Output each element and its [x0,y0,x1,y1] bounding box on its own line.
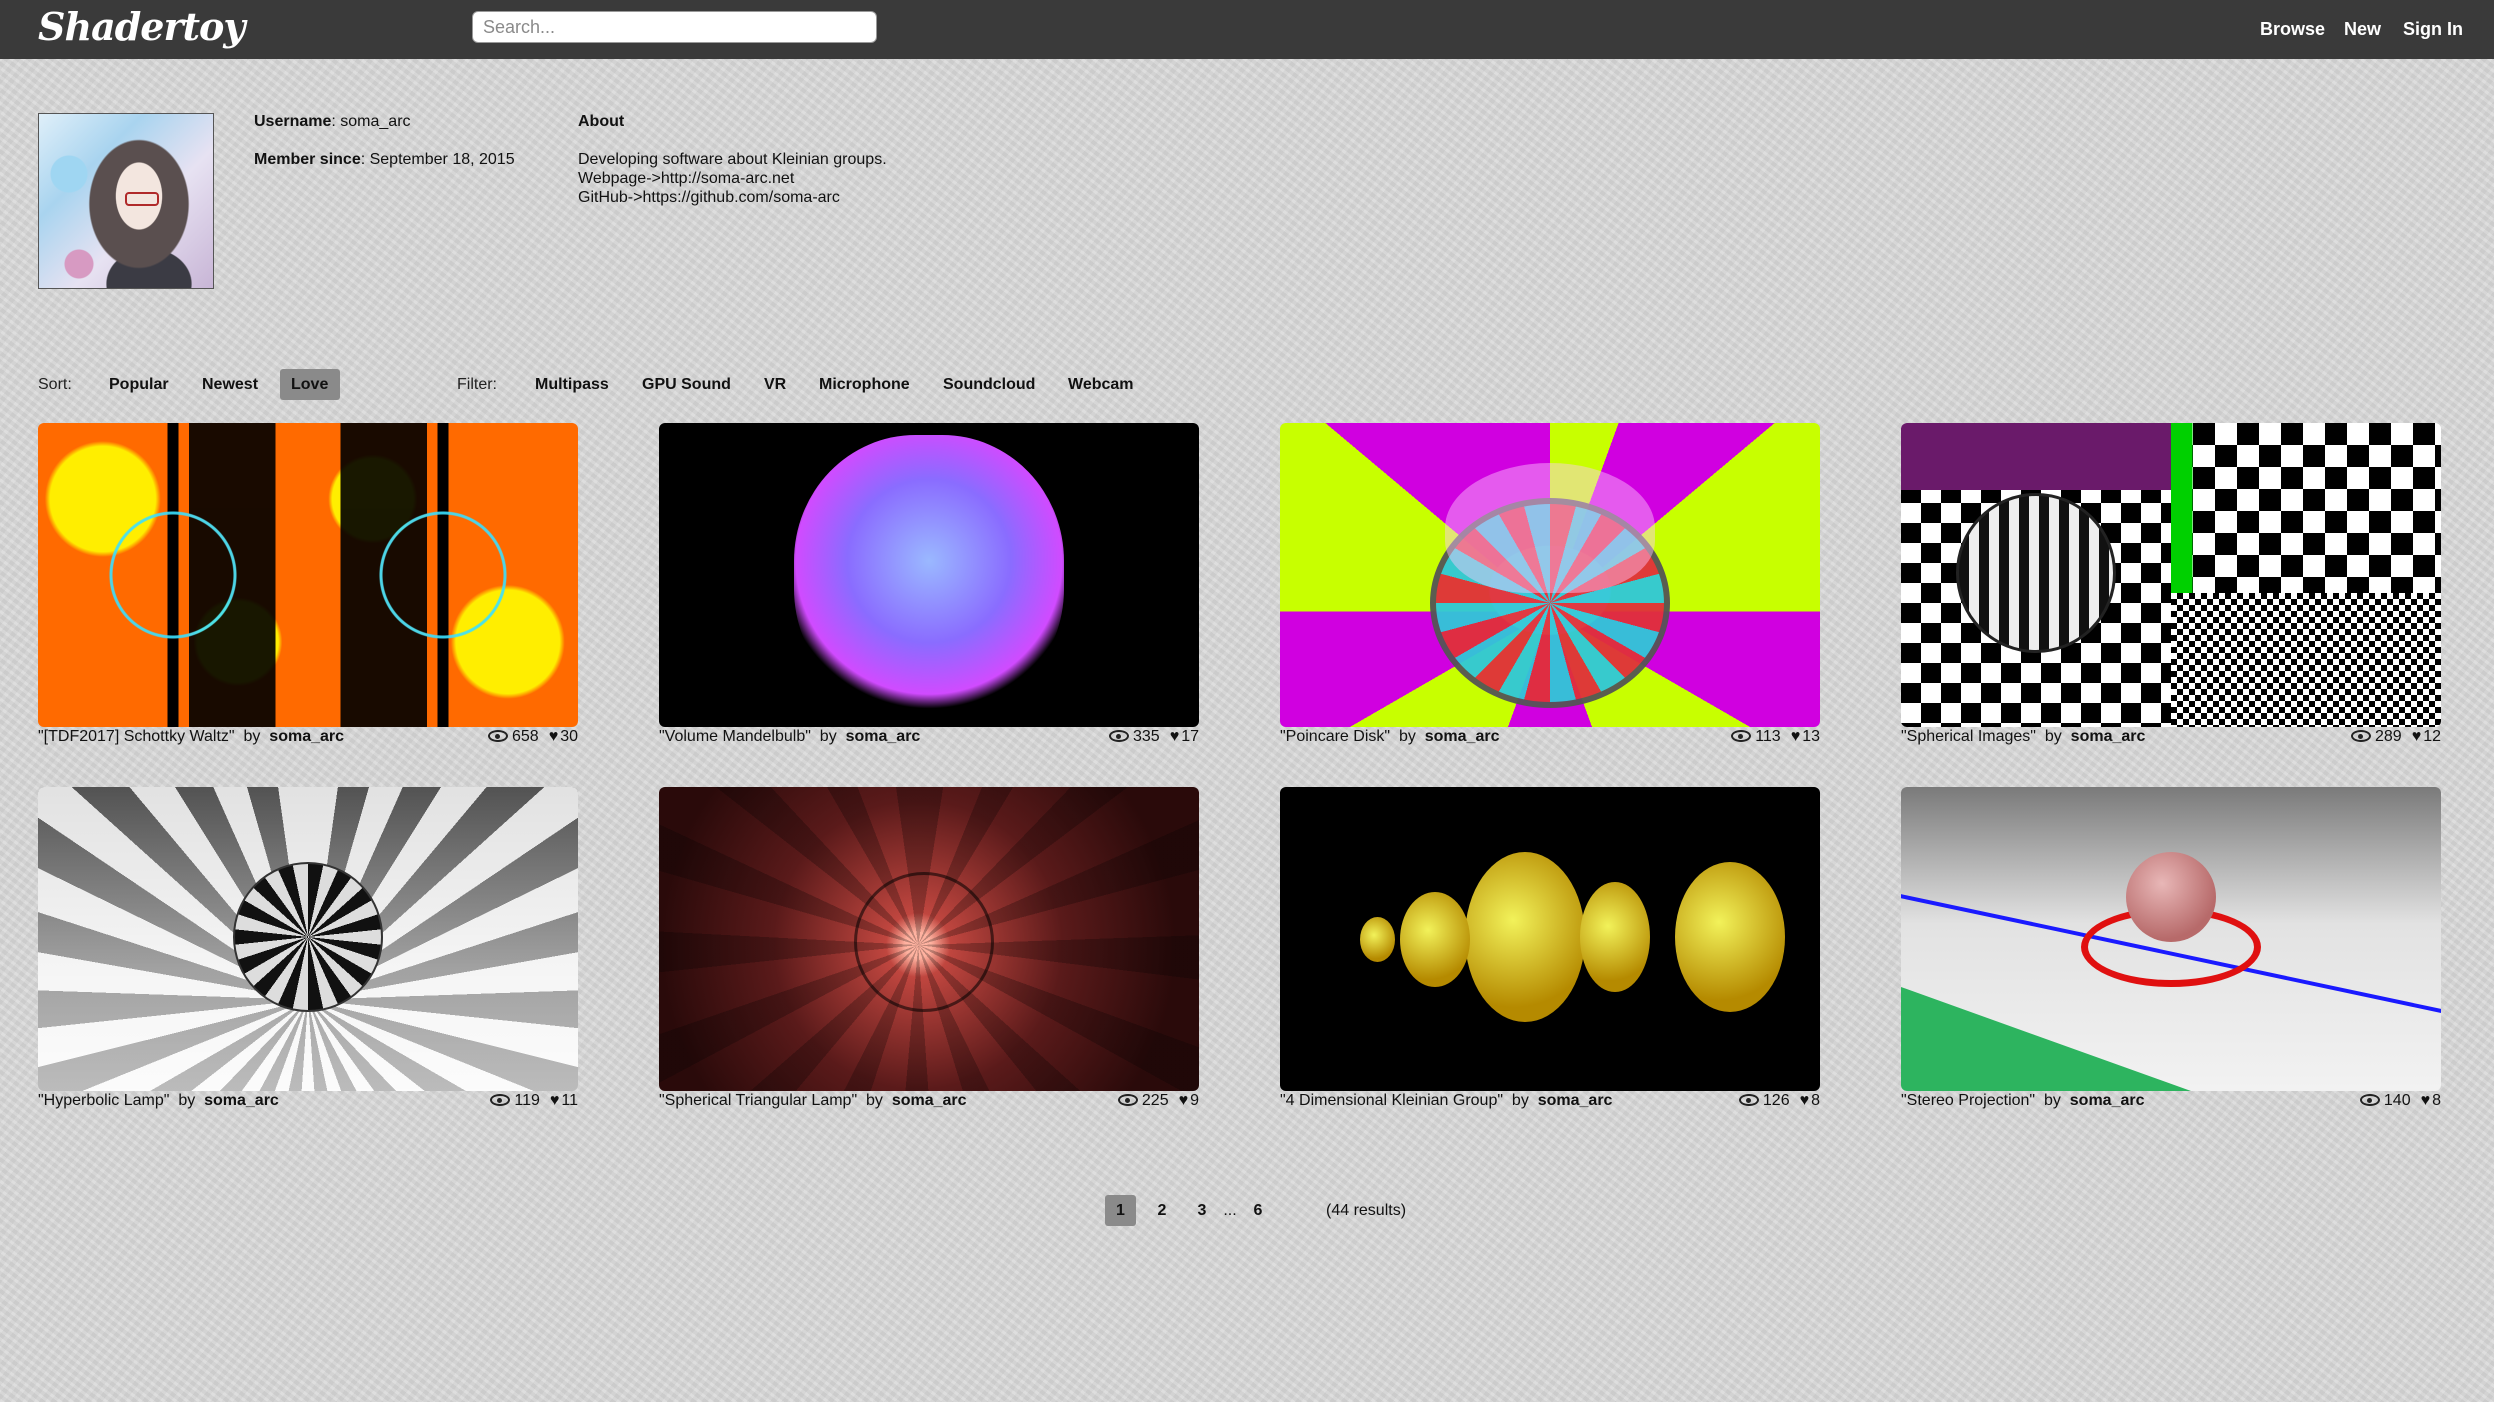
filter-webcam[interactable]: Webcam [1068,376,1134,394]
nav-browse[interactable]: Browse [2260,19,2325,40]
page-3-button[interactable]: 3 [1192,1195,1212,1226]
sort-newest[interactable]: Newest [202,376,258,394]
username-label: Username [254,113,332,130]
sort-popular[interactable]: Popular [109,376,169,394]
shader-thumbnail[interactable] [659,787,1199,1091]
shader-author[interactable]: soma_arc [204,1092,279,1109]
heart-icon: ♥ [1790,728,1801,745]
shader-title[interactable]: "Spherical Images" [1901,728,2036,745]
views-icon [2351,730,2371,742]
sort-love[interactable]: Love [291,376,328,394]
page-6-button[interactable]: 6 [1248,1195,1268,1226]
likes-count: 11 [561,1092,578,1109]
views-icon [1109,730,1129,742]
views-icon [490,1094,511,1106]
results-count: (44 results) [1326,1202,1407,1219]
filter-vr[interactable]: VR [764,376,786,394]
filter-microphone[interactable]: Microphone [819,376,910,394]
shader-title[interactable]: "Hyperbolic Lamp" [38,1092,169,1109]
views-icon [1731,730,1752,742]
shader-thumbnail[interactable] [1901,787,2441,1091]
heart-icon: ♥ [1178,1092,1189,1109]
views-count: 658 [512,728,539,745]
views-count: 225 [1141,1092,1169,1109]
shader-thumbnail[interactable] [1280,787,1820,1091]
username-value: soma_arc [340,113,411,130]
member-since-value: September 18, 2015 [369,151,515,168]
member-since-row: Member since: September 18, 2015 [254,151,515,168]
shader-author[interactable]: soma_arc [1538,1092,1613,1109]
views-count: 113 [1755,728,1781,745]
shader-title[interactable]: "[TDF2017] Schottky Waltz" [38,728,235,745]
heart-icon: ♥ [1799,1092,1810,1109]
views-icon [2359,1094,2380,1106]
views-count: 126 [1762,1092,1790,1109]
page-2-button[interactable]: 2 [1152,1195,1172,1226]
likes-count: 8 [2432,1092,2441,1109]
sort-label: Sort: [38,376,72,393]
shader-title[interactable]: "Poincare Disk" [1280,728,1390,745]
shader-author[interactable]: soma_arc [892,1092,967,1109]
heart-icon: ♥ [549,1092,560,1109]
nav-sign-in[interactable]: Sign In [2403,19,2463,40]
member-since-label: Member since [254,151,361,168]
about-heading: About [578,113,625,130]
shader-author[interactable]: soma_arc [2070,1092,2145,1109]
views-icon [488,730,508,742]
heart-icon: ♥ [1169,728,1180,745]
filter-label: Filter: [457,376,497,393]
shader-title[interactable]: "4 Dimensional Kleinian Group" [1280,1092,1503,1109]
user-avatar [38,113,214,289]
heart-icon: ♥ [548,728,559,745]
views-count: 140 [2383,1092,2411,1109]
about-line-3: GitHub->https://github.com/soma-arc [578,189,840,206]
views-icon [1117,1094,1138,1106]
shadertoy-logo[interactable]: Shadertoy [38,4,245,49]
search-input[interactable] [472,11,877,43]
likes-count: 13 [1802,728,1820,745]
page-1-button[interactable]: 1 [1105,1195,1136,1226]
likes-count: 9 [1190,1092,1199,1109]
shader-title[interactable]: "Spherical Triangular Lamp" [659,1092,857,1109]
shader-author[interactable]: soma_arc [1425,728,1500,745]
shader-thumbnail[interactable] [659,423,1199,727]
about-line-1: Developing software about Kleinian group… [578,151,887,168]
likes-count: 30 [560,728,578,745]
likes-count: 17 [1181,728,1199,745]
views-count: 335 [1133,728,1160,745]
heart-icon: ♥ [2411,728,2422,745]
views-icon [1738,1094,1759,1106]
shader-author[interactable]: soma_arc [269,728,344,745]
heart-icon: ♥ [2420,1092,2431,1109]
shader-title[interactable]: "Volume Mandelbulb" [659,728,811,745]
about-line-2: Webpage->http://soma-arc.net [578,170,795,187]
shader-author[interactable]: soma_arc [846,728,921,745]
likes-count: 8 [1811,1092,1820,1109]
filter-soundcloud[interactable]: Soundcloud [943,376,1035,394]
filter-multipass[interactable]: Multipass [535,376,609,394]
shader-thumbnail[interactable] [38,787,578,1091]
shader-author[interactable]: soma_arc [2071,728,2146,745]
shader-thumbnail[interactable] [1901,423,2441,727]
shader-thumbnail[interactable] [1280,423,1820,727]
top-header: Shadertoy Browse New Sign In [0,0,2494,59]
page-ellipsis: ... [1223,1202,1237,1219]
likes-count: 12 [2423,728,2441,745]
views-count: 289 [2375,728,2402,745]
views-count: 119 [514,1092,540,1109]
shader-thumbnail[interactable] [38,423,578,727]
nav-new[interactable]: New [2344,19,2381,40]
shader-title[interactable]: "Stereo Projection" [1901,1092,2035,1109]
username-row: Username: soma_arc [254,113,411,130]
filter-gpu-sound[interactable]: GPU Sound [642,376,731,394]
